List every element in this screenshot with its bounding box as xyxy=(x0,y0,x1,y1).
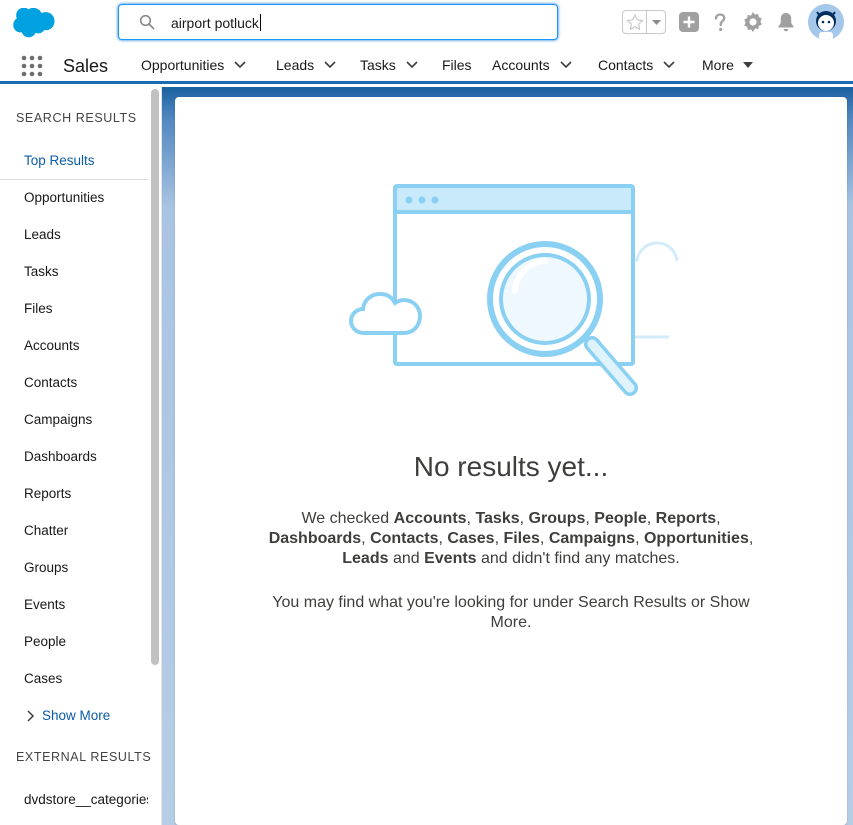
empty-state-message: We checked Accounts, Tasks, Groups, Peop… xyxy=(255,509,767,569)
checked-object: Events xyxy=(424,550,477,567)
chevron-down-icon[interactable] xyxy=(324,61,336,69)
sidebar-scrollbar[interactable] xyxy=(151,89,159,665)
checked-object: Dashboards xyxy=(268,530,362,547)
sidebar-item-events[interactable]: Events xyxy=(24,597,65,612)
message-suffix: and didn't find any matches. xyxy=(476,550,680,567)
favorites-control xyxy=(622,10,666,34)
separator: and xyxy=(388,550,425,567)
search-input[interactable]: airport potluck xyxy=(171,14,261,31)
external-results-heading: EXTERNAL RESULTS xyxy=(16,750,152,764)
sidebar-item-top-results[interactable]: Top Results xyxy=(24,153,95,168)
sidebar-item-reports[interactable]: Reports xyxy=(24,486,71,501)
separator: , xyxy=(361,530,371,547)
nav-item-label: Contacts xyxy=(598,57,654,73)
nav-item-label: Leads xyxy=(276,57,315,73)
search-results-panel: No results yet... We checked Accounts, T… xyxy=(175,97,847,825)
sidebar-item-campaigns[interactable]: Campaigns xyxy=(24,412,92,427)
app-nav-bar: Sales Opportunities Leads Tasks Files Ac… xyxy=(0,44,853,84)
empty-state-title: No results yet... xyxy=(413,451,609,482)
favorite-star-button[interactable] xyxy=(623,11,647,33)
sidebar-item-external[interactable]: dvdstore__categories xyxy=(24,792,148,807)
sidebar-item-files[interactable]: Files xyxy=(24,301,53,316)
no-results-illustration xyxy=(348,184,679,396)
nav-item-label: Accounts xyxy=(492,57,550,73)
nav-item-accounts[interactable]: Accounts xyxy=(492,57,572,73)
separator: , xyxy=(585,510,595,527)
nav-item-label: Tasks xyxy=(360,57,396,73)
sidebar-divider xyxy=(0,179,148,180)
caret-down-icon xyxy=(742,62,753,68)
sidebar-item-leads[interactable]: Leads xyxy=(24,227,61,242)
chevron-down-icon[interactable] xyxy=(406,61,418,69)
global-create-icon[interactable] xyxy=(677,10,701,34)
checked-object: Groups xyxy=(528,510,586,527)
nav-item-leads[interactable]: Leads xyxy=(276,57,336,73)
sidebar-item-dashboards[interactable]: Dashboards xyxy=(24,449,97,464)
sidebar-item-tasks[interactable]: Tasks xyxy=(24,264,59,279)
sidebar-item-accounts[interactable]: Accounts xyxy=(24,338,80,353)
chevron-down-icon[interactable] xyxy=(560,61,572,69)
nav-item-opportunities[interactable]: Opportunities xyxy=(141,57,246,73)
app-launcher-icon[interactable] xyxy=(21,55,43,77)
chevron-right-icon xyxy=(27,710,35,722)
checked-object: Reports xyxy=(655,510,717,527)
caret-down-icon xyxy=(652,20,661,25)
checked-object: Files xyxy=(503,530,540,547)
star-icon xyxy=(626,13,644,31)
search-results-sidebar: SEARCH RESULTS Top Results Opportunities… xyxy=(0,87,162,825)
sidebar-item-contacts[interactable]: Contacts xyxy=(24,375,77,390)
separator: , xyxy=(539,530,549,547)
user-avatar[interactable] xyxy=(808,4,844,40)
nav-item-files[interactable]: Files xyxy=(442,57,472,73)
astro-avatar-icon xyxy=(808,4,844,40)
sidebar-item-chatter[interactable]: Chatter xyxy=(24,523,68,538)
nav-item-more[interactable]: More xyxy=(702,57,754,73)
favorites-list-button[interactable] xyxy=(647,11,666,33)
show-more-label: Show More xyxy=(42,708,111,723)
nav-item-label: Opportunities xyxy=(141,57,225,73)
chevron-down-icon[interactable] xyxy=(663,61,675,69)
checked-object: Opportunities xyxy=(643,530,749,547)
text-caret xyxy=(259,14,261,31)
empty-state-hint: You may find what you're looking for und… xyxy=(272,594,750,631)
sidebar-item-groups[interactable]: Groups xyxy=(24,560,68,575)
search-results-heading: SEARCH RESULTS xyxy=(16,111,137,125)
help-icon[interactable] xyxy=(708,10,732,34)
separator: , xyxy=(519,510,529,527)
message-prefix: We checked xyxy=(301,510,394,527)
nav-item-tasks[interactable]: Tasks xyxy=(360,57,418,73)
show-more-link[interactable]: Show More xyxy=(26,708,110,723)
chevron-down-icon[interactable] xyxy=(234,61,246,69)
nav-item-label: More xyxy=(702,57,734,73)
checked-object: Accounts xyxy=(393,510,467,527)
nav-item-contacts[interactable]: Contacts xyxy=(598,57,675,73)
separator: , xyxy=(716,510,721,527)
salesforce-cloud-logo[interactable] xyxy=(12,8,58,40)
checked-object: People xyxy=(594,510,647,527)
checked-object: Cases xyxy=(447,530,495,547)
checked-object: Tasks xyxy=(475,510,520,527)
separator: , xyxy=(748,530,754,547)
sidebar-item-cases[interactable]: Cases xyxy=(24,671,62,686)
setup-gear-icon[interactable] xyxy=(741,10,765,34)
search-icon xyxy=(139,14,155,30)
sidebar-item-people[interactable]: People xyxy=(24,634,66,649)
app-name: Sales xyxy=(63,56,109,76)
nav-item-label: Files xyxy=(442,57,472,73)
sidebar-item-opportunities[interactable]: Opportunities xyxy=(24,190,104,205)
notifications-bell-icon[interactable] xyxy=(774,10,798,34)
global-search-box[interactable]: airport potluck xyxy=(118,4,558,40)
separator: , xyxy=(635,530,644,547)
global-header: airport potluck xyxy=(0,0,853,44)
checked-object: Leads xyxy=(342,550,389,567)
checked-object: Campaigns xyxy=(548,530,636,547)
checked-object: Contacts xyxy=(370,530,439,547)
separator: , xyxy=(646,510,656,527)
